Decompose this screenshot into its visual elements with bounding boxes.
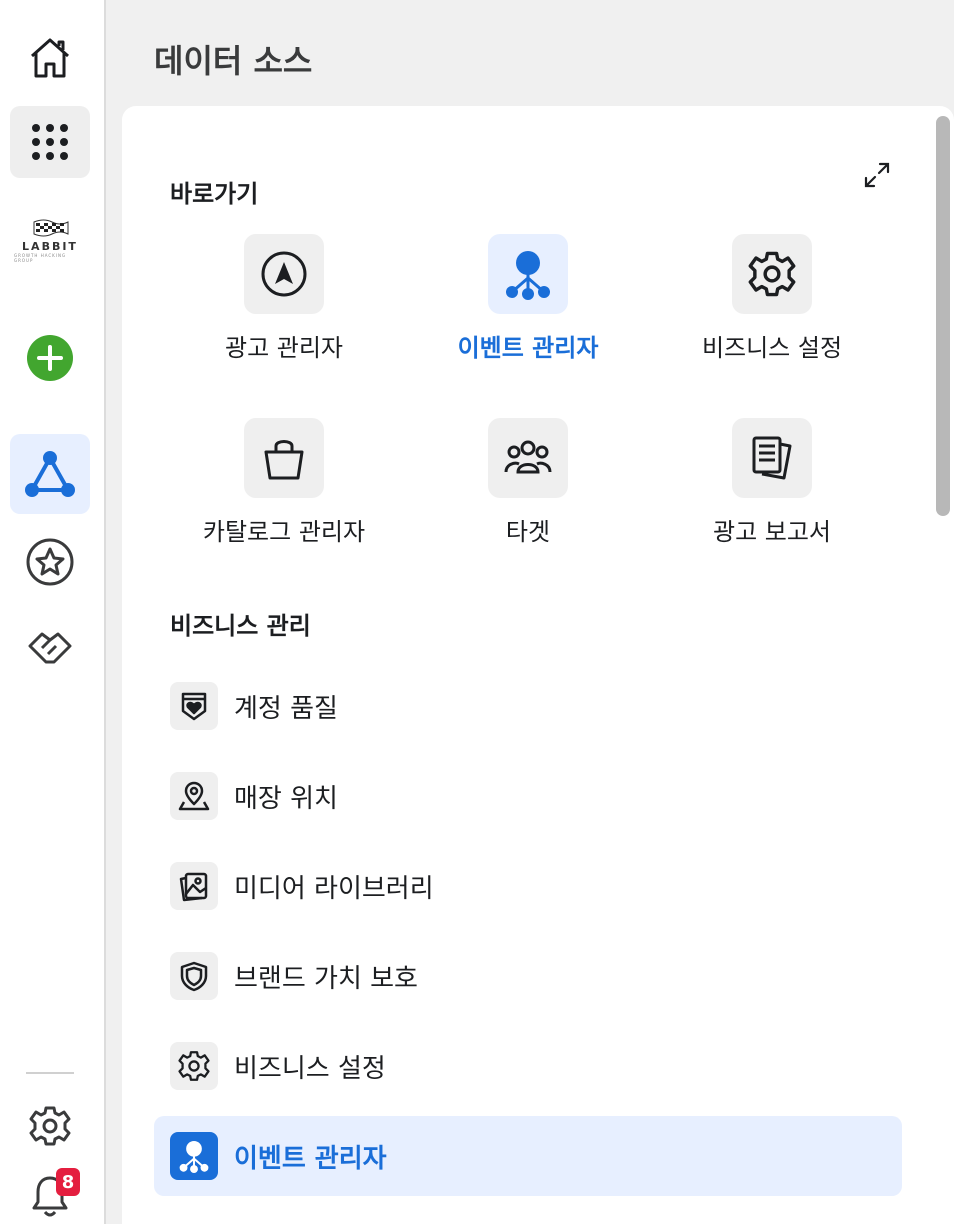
menu-events-manager[interactable]: 이벤트 관리자 bbox=[154, 1116, 902, 1196]
checkered-flag-logo bbox=[33, 219, 69, 237]
menu-icon-box bbox=[170, 682, 218, 730]
grid-dots-icon bbox=[32, 124, 68, 160]
home-button[interactable] bbox=[10, 22, 90, 94]
shortcut-label: 비즈니스 설정 bbox=[701, 334, 843, 362]
menu-account-quality[interactable]: 계정 품질 bbox=[154, 666, 902, 746]
shortcut-icon-box bbox=[732, 418, 812, 498]
shortcut-label: 이벤트 관리자 bbox=[457, 334, 599, 362]
shortcut-icon-box bbox=[488, 234, 568, 314]
menu-label: 브랜드 가치 보호 bbox=[234, 963, 418, 994]
shortcut-catalog-manager[interactable]: 카탈로그 관리자 bbox=[164, 418, 404, 558]
menu-icon-box bbox=[170, 1042, 218, 1090]
shortcut-label: 광고 관리자 bbox=[224, 334, 344, 362]
menu-store-locations[interactable]: 매장 위치 bbox=[154, 756, 902, 836]
shortcut-label: 타겟 bbox=[505, 518, 551, 546]
business-logo[interactable]: LABBIT GROWTH HACKING GROUP bbox=[14, 218, 86, 266]
navigation-arrow-icon bbox=[261, 251, 307, 297]
gear-icon bbox=[29, 1106, 71, 1146]
shortcut-ads-manager[interactable]: 광고 관리자 bbox=[164, 234, 404, 374]
menu-label: 매장 위치 bbox=[234, 783, 338, 814]
all-tools-button[interactable] bbox=[10, 106, 90, 178]
event-nodes-icon bbox=[506, 251, 550, 300]
shortcut-icon-box bbox=[488, 418, 568, 498]
menu-label: 이벤트 관리자 bbox=[234, 1143, 387, 1174]
menu-icon-box bbox=[170, 772, 218, 820]
plus-circle-icon bbox=[27, 335, 73, 381]
menu-business-settings[interactable]: 비즈니스 설정 bbox=[154, 1026, 902, 1106]
partners-button[interactable] bbox=[10, 612, 90, 684]
report-documents-icon bbox=[752, 436, 792, 480]
star-icon bbox=[26, 538, 74, 586]
shield-icon bbox=[180, 961, 208, 992]
people-group-icon bbox=[504, 440, 552, 474]
shortcut-icon-box bbox=[244, 418, 324, 498]
menu-media-library[interactable]: 미디어 라이브러리 bbox=[154, 846, 902, 926]
menu-icon-box bbox=[170, 952, 218, 1000]
settings-button[interactable] bbox=[10, 1090, 90, 1162]
page-title: 데이터 소스 bbox=[154, 42, 313, 80]
expand-button[interactable] bbox=[862, 160, 892, 190]
menu-label: 미디어 라이브러리 bbox=[234, 873, 434, 904]
menu-icon-box bbox=[170, 862, 218, 910]
home-icon bbox=[31, 38, 69, 78]
menu-label: 계정 품질 bbox=[234, 693, 338, 724]
business-management-title: 비즈니스 관리 bbox=[170, 612, 311, 640]
shopping-bag-icon bbox=[264, 440, 304, 480]
event-nodes-icon bbox=[179, 1140, 209, 1173]
shortcut-icon-box bbox=[244, 234, 324, 314]
media-image-icon bbox=[179, 872, 208, 902]
gear-icon bbox=[748, 251, 796, 297]
scrollbar-thumb[interactable] bbox=[936, 116, 950, 516]
logo-subtext: GROWTH HACKING GROUP bbox=[14, 253, 67, 263]
shortcut-business-settings[interactable]: 비즈니스 설정 bbox=[652, 234, 892, 374]
menu-label: 비즈니스 설정 bbox=[234, 1053, 386, 1084]
rail-divider bbox=[26, 1072, 74, 1074]
logo-text: LABBIT bbox=[22, 240, 78, 253]
handshake-icon bbox=[28, 632, 72, 664]
shortcut-label: 카탈로그 관리자 bbox=[202, 518, 366, 546]
shortcut-audiences[interactable]: 타겟 bbox=[408, 418, 648, 558]
shortcut-ads-reporting[interactable]: 광고 보고서 bbox=[652, 418, 892, 558]
map-pin-icon bbox=[178, 781, 210, 811]
shortcuts-title: 바로가기 bbox=[170, 180, 259, 208]
shortcut-label: 광고 보고서 bbox=[712, 518, 832, 546]
create-button[interactable] bbox=[10, 322, 90, 394]
shield-heart-icon bbox=[181, 692, 207, 721]
shortcut-events-manager[interactable]: 이벤트 관리자 bbox=[408, 234, 648, 374]
gear-icon bbox=[178, 1051, 210, 1081]
expand-icon bbox=[864, 162, 890, 188]
data-sources-button[interactable] bbox=[10, 434, 90, 514]
tools-panel: 바로가기 광고 관리자 이벤트 관리자 비즈니스 설정 카탈로그 관리자 타겟 … bbox=[122, 106, 954, 1224]
left-rail: LABBIT GROWTH HACKING GROUP 8 bbox=[0, 0, 106, 1224]
favorites-button[interactable] bbox=[10, 526, 90, 598]
menu-brand-safety[interactable]: 브랜드 가치 보호 bbox=[154, 936, 902, 1016]
menu-icon-box bbox=[170, 1132, 218, 1180]
shortcut-icon-box bbox=[732, 234, 812, 314]
triangle-nodes-icon bbox=[25, 451, 75, 497]
notification-badge: 8 bbox=[56, 1168, 80, 1196]
